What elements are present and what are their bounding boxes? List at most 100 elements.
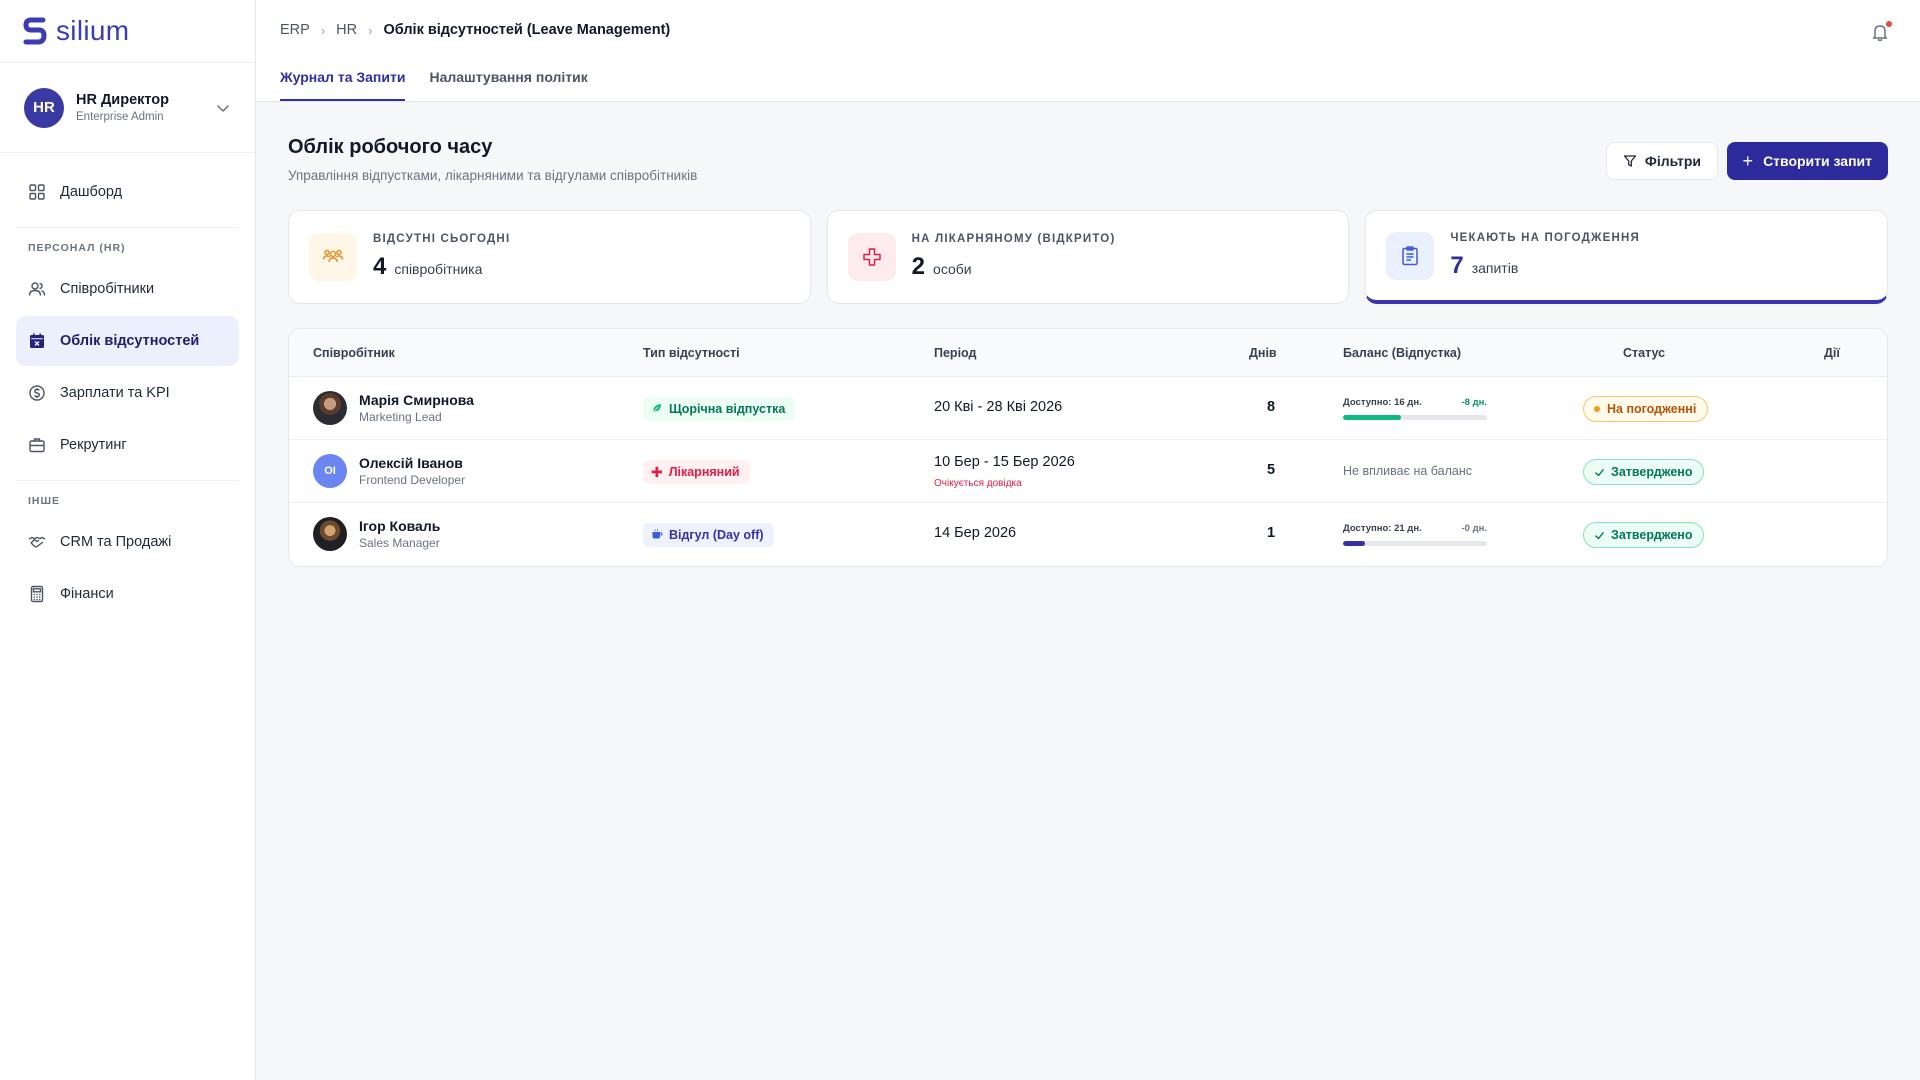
table-row[interactable]: OI Олексій Іванов Frontend Developer ✚ Л… (289, 440, 1887, 503)
status-badge: Затверджено (1583, 522, 1705, 548)
days-count: 5 (1266, 462, 1276, 478)
period: 10 Бер - 15 Бер 2026 (934, 454, 1075, 470)
leaf-icon (651, 402, 663, 417)
nav-divider (16, 227, 239, 228)
sidebar-item-label: Дашборд (60, 184, 123, 200)
sidebar-item-recruiting[interactable]: Рекрутинг (16, 420, 239, 470)
chevron-right-icon: › (320, 22, 326, 38)
employee-position: Sales Manager (359, 536, 440, 550)
grid-icon (29, 184, 45, 200)
nav-section-other: ІНШЕ (28, 495, 61, 507)
column-days[interactable]: Днів (1249, 346, 1277, 360)
filter-button-label: Фільтри (1644, 153, 1701, 169)
sidebar-item-label: Рекрутинг (60, 437, 127, 453)
avatar: OI (313, 454, 347, 488)
sidebar-item-label: Фінанси (60, 586, 114, 602)
profile-switcher[interactable]: HR HR Директор Enterprise Admin (0, 63, 255, 153)
breadcrumb-root[interactable]: ERP (280, 22, 310, 38)
balance-progress-fill (1343, 415, 1401, 420)
stat-card-pending[interactable]: ЧЕКАЮТЬ НА ПОГОДЖЕННЯ 7 запитів (1365, 210, 1889, 304)
table-row[interactable]: Марія Смирнова Marketing Lead Щорічна ві… (289, 377, 1887, 440)
days-count: 1 (1266, 525, 1276, 541)
column-actions: Дії (1824, 346, 1840, 360)
column-type[interactable]: Тип відсутності (643, 346, 740, 360)
sidebar-item-finance[interactable]: Фінанси (16, 569, 239, 619)
balance-cell: Доступно: 21 дн. -0 дн. (1343, 523, 1487, 546)
table-header: Співробітник Тип відсутності Період Днів… (289, 329, 1887, 377)
balance-progress-fill (1343, 541, 1365, 546)
stat-label: ЧЕКАЮТЬ НА ПОГОДЖЕННЯ (1450, 231, 1640, 244)
sidebar-item-dashboard[interactable]: Дашборд (16, 167, 239, 217)
avatar (313, 391, 347, 425)
column-status[interactable]: Статус (1623, 346, 1665, 360)
column-employee[interactable]: Співробітник (313, 346, 395, 360)
status-label: На погодженні (1607, 402, 1697, 416)
sidebar-item-crm[interactable]: CRM та Продажі (16, 517, 239, 567)
sidebar-item-employees[interactable]: Співробітники (16, 264, 239, 314)
users-icon (28, 282, 46, 296)
balance-available: Доступно: 21 дн. (1343, 523, 1422, 534)
sidebar-item-label: CRM та Продажі (60, 534, 172, 550)
create-request-button[interactable]: + Створити запит (1726, 142, 1888, 180)
clipboard-icon (1386, 231, 1435, 280)
stat-unit: запитів (1471, 259, 1519, 276)
tab-journal[interactable]: Журнал та Запити (280, 69, 406, 101)
chevron-down-icon[interactable] (215, 100, 231, 116)
sidebar-item-label: Зарплати та KPI (60, 385, 170, 401)
table-row[interactable]: Ігор Коваль Sales Manager Відгул (Day of… (289, 503, 1887, 566)
balance-available: Доступно: 16 дн. (1343, 397, 1422, 408)
stat-value: 4 (373, 253, 387, 280)
employee-position: Frontend Developer (359, 473, 466, 487)
nav-section-hr: ПЕРСОНАЛ (HR) (28, 242, 126, 254)
plus-icon: + (1742, 151, 1754, 171)
breadcrumb-current: Облік відсутностей (Leave Management) (383, 22, 671, 38)
period: 14 Бер 2026 (934, 525, 1017, 541)
sidebar-item-payroll[interactable]: Зарплати та KPI (16, 368, 239, 418)
profile-name: HR Директор (76, 92, 170, 108)
sidebar-item-absences[interactable]: Облік відсутностей (16, 316, 239, 366)
stat-unit: особи (933, 261, 972, 277)
topbar: ERP › HR › Облік відсутностей (Leave Man… (256, 0, 1920, 102)
pending-dot-icon (1594, 406, 1600, 412)
tab-policies[interactable]: Налаштування політик (429, 69, 587, 101)
status-label: Затверджено (1611, 465, 1693, 479)
main-nav: Дашборд ПЕРСОНАЛ (HR) Співробітники Облі… (0, 153, 255, 619)
balance-progress (1343, 541, 1487, 546)
column-period[interactable]: Період (934, 346, 976, 360)
tab-bar: Журнал та Запити Налаштування політик (280, 69, 612, 101)
days-count: 8 (1266, 399, 1276, 415)
leave-type-label: Відгул (Day off) (669, 528, 764, 542)
stat-value: 7 (1450, 251, 1464, 279)
calculator-icon (30, 585, 44, 603)
calendar-x-icon (30, 333, 44, 348)
stat-card-sick[interactable]: НА ЛІКАРНЯНОМУ (ВІДКРИТО) 2 особи (826, 210, 1350, 304)
absences-table: Співробітник Тип відсутності Період Днів… (288, 328, 1888, 567)
balance-delta: -8 дн. (1461, 397, 1488, 408)
sidebar: silium HR HR Директор Enterprise Admin Д… (0, 0, 256, 1080)
create-button-label: Створити запит (1763, 153, 1872, 169)
filter-button[interactable]: Фільтри (1605, 142, 1718, 180)
medical-cross-icon: ✚ (651, 463, 663, 480)
balance-delta: -0 дн. (1461, 523, 1488, 534)
employee-name[interactable]: Ігор Коваль (359, 518, 440, 534)
employee-name[interactable]: Олексій Іванов (359, 455, 465, 471)
breadcrumb: ERP › HR › Облік відсутностей (Leave Man… (280, 22, 670, 38)
brand-logo[interactable]: silium (0, 0, 255, 63)
nav-divider (16, 480, 239, 481)
handshake-icon (28, 536, 46, 548)
stat-card-absent[interactable]: ВІДСУТНІ СЬОГОДНІ 4 співробітника (288, 210, 811, 304)
stat-label: ВІДСУТНІ СЬОГОДНІ (373, 233, 511, 245)
column-balance[interactable]: Баланс (Відпустка) (1343, 346, 1461, 360)
stat-unit: співробітника (394, 261, 483, 277)
leave-type-badge: ✚ Лікарняний (643, 460, 750, 484)
medical-cross-icon (847, 233, 896, 281)
page-subtitle: Управління відпустками, лікарняними та в… (288, 168, 698, 183)
balance-cell: Доступно: 16 дн. -8 дн. (1343, 397, 1487, 420)
balance-progress (1343, 415, 1487, 420)
employee-name[interactable]: Марія Смирнова (359, 392, 474, 408)
leave-type-label: Щорічна відпустка (669, 402, 786, 416)
breadcrumb-section[interactable]: HR (336, 22, 357, 38)
sidebar-item-label: Співробітники (60, 281, 155, 297)
coffee-icon (651, 528, 663, 543)
users-icon (309, 233, 357, 281)
